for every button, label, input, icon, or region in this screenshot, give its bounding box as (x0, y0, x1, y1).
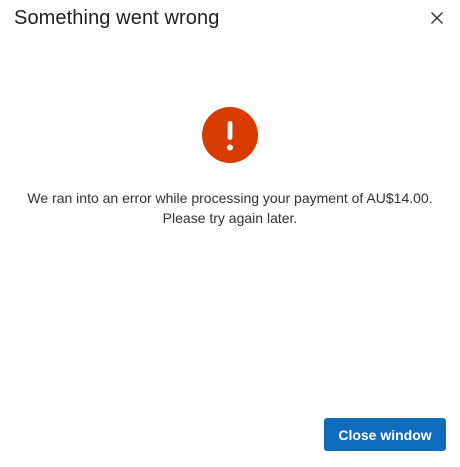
error-dialog: Something went wrong We ran into an erro… (0, 0, 460, 467)
error-message: We ran into an error while processing yo… (0, 188, 460, 228)
close-window-button[interactable]: Close window (324, 418, 446, 451)
close-icon[interactable] (426, 7, 448, 29)
dialog-title: Something went wrong (14, 7, 220, 29)
error-message-line-1: We ran into an error while processing yo… (27, 190, 433, 206)
error-exclamation-icon (202, 107, 258, 163)
error-message-line-2: Please try again later. (162, 210, 298, 226)
